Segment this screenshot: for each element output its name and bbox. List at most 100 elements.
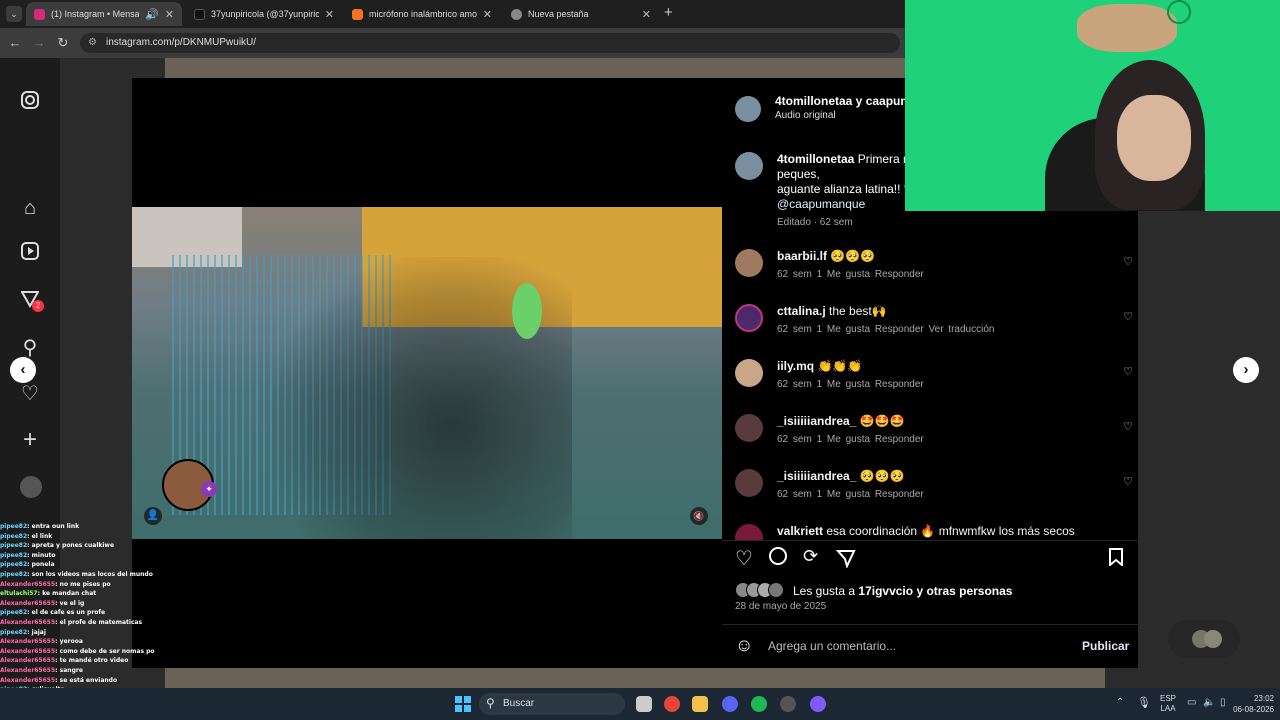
mute-icon[interactable]: 🔇 [690, 507, 708, 525]
network-icon[interactable]: ▭ [1187, 697, 1196, 708]
chat-username[interactable]: Alexander65655 [0, 657, 55, 664]
audio-label[interactable]: Audio original [775, 110, 836, 121]
tab-tiktok[interactable]: 37yunpiricola (@37yunpiricola) ✕ [186, 2, 342, 26]
chat-username[interactable]: pipee82 [0, 523, 27, 530]
like-icon[interactable]: ♡ [735, 546, 753, 571]
commenter-avatar[interactable] [735, 359, 763, 387]
messages-preview-pill[interactable] [1168, 620, 1240, 658]
chat-username[interactable]: pipee82 [0, 552, 27, 559]
commenter-avatar[interactable] [735, 524, 763, 540]
tab-instagram[interactable]: (1) Instagram • Mensajes 🔊 ✕ [26, 2, 182, 26]
post-author[interactable]: 4tomillonetaa y caapuma [775, 94, 918, 108]
tab-search-button[interactable]: ⌄ [6, 6, 22, 22]
close-tab-icon[interactable]: ✕ [483, 8, 492, 21]
like-comment-icon[interactable]: ♡ [1123, 310, 1133, 323]
chrome-icon[interactable] [664, 696, 680, 712]
spotify-icon[interactable] [751, 696, 767, 712]
likes-suffix[interactable]: y otras personas [916, 584, 1012, 598]
close-tab-icon[interactable]: ✕ [165, 8, 174, 21]
chat-username[interactable]: Alexander65655 [0, 667, 55, 674]
chat-username[interactable]: Alexander65655 [0, 638, 55, 645]
chevron-up-icon[interactable]: ⌃ [1116, 697, 1124, 708]
address-bar[interactable]: ⚙ instagram.com/p/DKNMUPwuikU/ [80, 33, 900, 53]
windows-start-icon[interactable] [455, 696, 471, 712]
commenter-avatar[interactable] [735, 414, 763, 442]
chat-username[interactable]: pipee82 [0, 533, 27, 540]
site-info-icon[interactable]: ⚙ [88, 33, 97, 53]
tab-new[interactable]: Nueva pestaña ✕ [503, 2, 659, 26]
previous-post-button[interactable]: ‹ [10, 357, 36, 383]
comment-input[interactable]: Agrega un comentario... [768, 639, 896, 653]
heart-icon[interactable]: ♡ [18, 382, 42, 406]
save-icon[interactable] [1108, 548, 1126, 568]
like-comment-icon[interactable]: ♡ [1123, 365, 1133, 378]
battery-icon[interactable]: ▯ [1220, 697, 1226, 708]
comment-username[interactable]: iily.mq [777, 359, 814, 373]
clock[interactable]: 23:02 06-08-2026 [1232, 693, 1274, 715]
repost-icon[interactable]: ⟳ [803, 546, 818, 567]
messages-icon[interactable]: 2 [18, 290, 44, 314]
chat-username[interactable]: pipee82 [0, 561, 27, 568]
volume-icon[interactable]: 🔈 [1203, 697, 1215, 708]
speaker-icon[interactable]: 🔊 [145, 8, 159, 21]
commenter-avatar[interactable] [735, 469, 763, 497]
comment-meta[interactable]: 62 sem 1 Me gusta Responder [777, 434, 924, 445]
post-video[interactable]: ✦ 👤 🔇 [132, 207, 722, 539]
chat-username[interactable]: pipee82 [0, 542, 27, 549]
likes-user[interactable]: 17igvvcio [858, 584, 913, 598]
chat-username[interactable]: Alexander65655 [0, 600, 55, 607]
steam-icon[interactable] [780, 696, 796, 712]
caption-username[interactable]: 4tomillonetaa [777, 152, 854, 166]
liker-avatars[interactable] [735, 582, 791, 598]
task-view-icon[interactable] [636, 696, 652, 712]
discord-icon[interactable] [722, 696, 738, 712]
comment-meta[interactable]: 62 sem 1 Me gusta Responder [777, 269, 924, 280]
comment-meta[interactable]: 62 sem 1 Me gusta Responder Ver traducci… [777, 324, 994, 335]
microphone-icon[interactable]: 🎙 [1137, 696, 1151, 709]
chat-username[interactable]: Alexander65655 [0, 677, 55, 684]
likes-summary[interactable]: Les gusta a 17igvvcio y otras personas [793, 584, 1012, 598]
chat-username[interactable]: Alexander65655 [0, 581, 55, 588]
create-icon[interactable]: + [18, 428, 42, 452]
chat-username[interactable]: eltulachi57 [0, 590, 38, 597]
emoji-icon[interactable]: ☺ [735, 635, 753, 656]
language-indicator[interactable]: ESP LAA [1160, 694, 1176, 714]
chat-username[interactable]: Alexander65655 [0, 648, 55, 655]
tab-product[interactable]: micrófono inalámbrico amortig ✕ [344, 2, 500, 26]
chat-username[interactable]: Alexander65655 [0, 619, 55, 626]
back-icon[interactable]: ← [6, 34, 24, 52]
profile-avatar[interactable] [20, 476, 42, 498]
caption-avatar[interactable] [735, 152, 763, 180]
chat-username[interactable]: pipee82 [0, 629, 27, 636]
home-icon[interactable]: ⌂ [18, 196, 42, 220]
close-tab-icon[interactable]: ✕ [325, 8, 334, 21]
forward-icon[interactable]: → [30, 34, 48, 52]
like-comment-icon[interactable]: ♡ [1123, 255, 1133, 268]
chat-username[interactable]: pipee82 [0, 609, 27, 616]
file-explorer-icon[interactable] [692, 696, 708, 712]
comment-meta[interactable]: 62 sem 1 Me gusta Responder [777, 379, 924, 390]
comment-username[interactable]: _isiiiiiandrea_ [777, 469, 856, 483]
new-tab-button[interactable]: + [664, 4, 673, 21]
taskbar-search[interactable]: ⚲ Buscar [479, 693, 625, 715]
commenter-avatar[interactable] [735, 249, 763, 277]
author-avatar[interactable] [735, 96, 761, 122]
next-post-button[interactable]: › [1233, 357, 1259, 383]
comment-username[interactable]: _isiiiiiandrea_ [777, 414, 856, 428]
reels-icon[interactable] [18, 242, 42, 266]
like-comment-icon[interactable]: ♡ [1123, 420, 1133, 433]
like-comment-icon[interactable]: ♡ [1123, 475, 1133, 488]
commenter-avatar[interactable] [735, 304, 763, 332]
app-icon[interactable] [810, 696, 826, 712]
reload-icon[interactable]: ↻ [54, 34, 72, 52]
comment-icon[interactable] [768, 546, 788, 566]
publish-button[interactable]: Publicar [1082, 639, 1129, 653]
share-icon[interactable] [835, 548, 856, 569]
chat-username[interactable]: pipee82 [0, 571, 27, 578]
comment-meta[interactable]: 62 sem 1 Me gusta Responder [777, 489, 924, 500]
close-tab-icon[interactable]: ✕ [642, 8, 651, 21]
instagram-logo-icon[interactable] [18, 90, 42, 114]
comment-username[interactable]: cttalina.j [777, 304, 826, 318]
comment-username[interactable]: baarbii.lf [777, 249, 827, 263]
comment-username[interactable]: valkriett [777, 524, 823, 538]
